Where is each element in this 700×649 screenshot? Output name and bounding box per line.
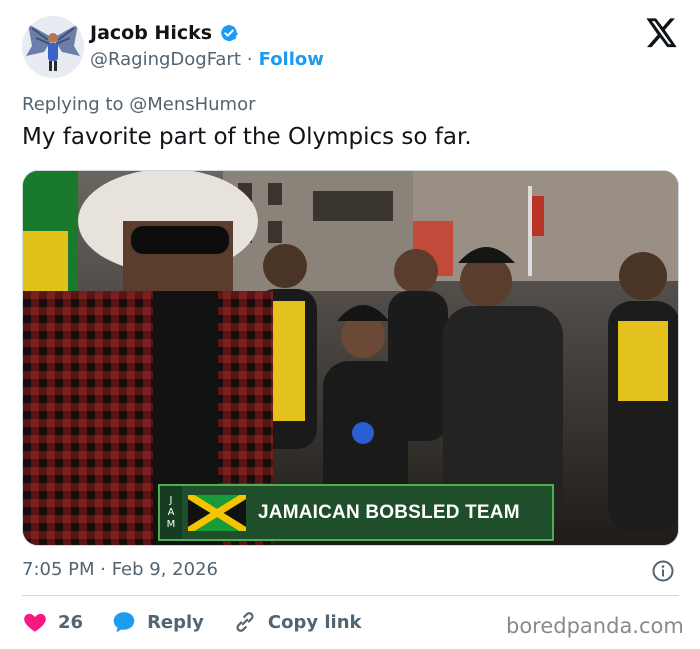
tweet-text: My favorite part of the Olympics so far.	[22, 124, 472, 150]
verified-badge-icon	[218, 22, 240, 44]
avatar[interactable]	[22, 16, 84, 78]
jamaica-flag-icon	[188, 494, 246, 531]
x-logo-icon[interactable]	[646, 18, 678, 48]
watermark: boredpanda.com	[506, 614, 684, 638]
country-code: JAM	[160, 486, 182, 539]
reply-label: Reply	[147, 611, 204, 633]
like-button[interactable]: 26	[22, 609, 83, 635]
like-count: 26	[58, 611, 84, 633]
reply-button[interactable]: Reply	[111, 609, 204, 635]
tweet-media[interactable]: JAM JAMAICAN BOBSLED TEAM	[22, 170, 679, 546]
divider	[22, 595, 679, 596]
lower-third-banner: JAM JAMAICAN BOBSLED TEAM	[158, 484, 554, 541]
replying-to-handle[interactable]: @MensHumor	[129, 94, 255, 115]
separator-dot: ·	[246, 49, 253, 70]
copy-link-button[interactable]: Copy link	[232, 609, 362, 635]
follow-button[interactable]: Follow	[259, 49, 324, 70]
replying-to-label: Replying to	[22, 94, 124, 115]
tweet-timestamp[interactable]: 7:05 PM · Feb 9, 2026	[22, 559, 218, 580]
link-icon	[236, 612, 254, 632]
action-bar: 26 Reply Copy link	[22, 608, 390, 636]
reply-bubble-icon	[113, 612, 135, 633]
heart-icon	[24, 613, 46, 632]
author-handle[interactable]: @RagingDogFart	[90, 49, 241, 70]
copy-link-label: Copy link	[267, 611, 362, 633]
info-icon[interactable]	[651, 559, 675, 583]
author-name[interactable]: Jacob Hicks	[90, 22, 212, 44]
lower-third-title: JAMAICAN BOBSLED TEAM	[258, 501, 520, 523]
